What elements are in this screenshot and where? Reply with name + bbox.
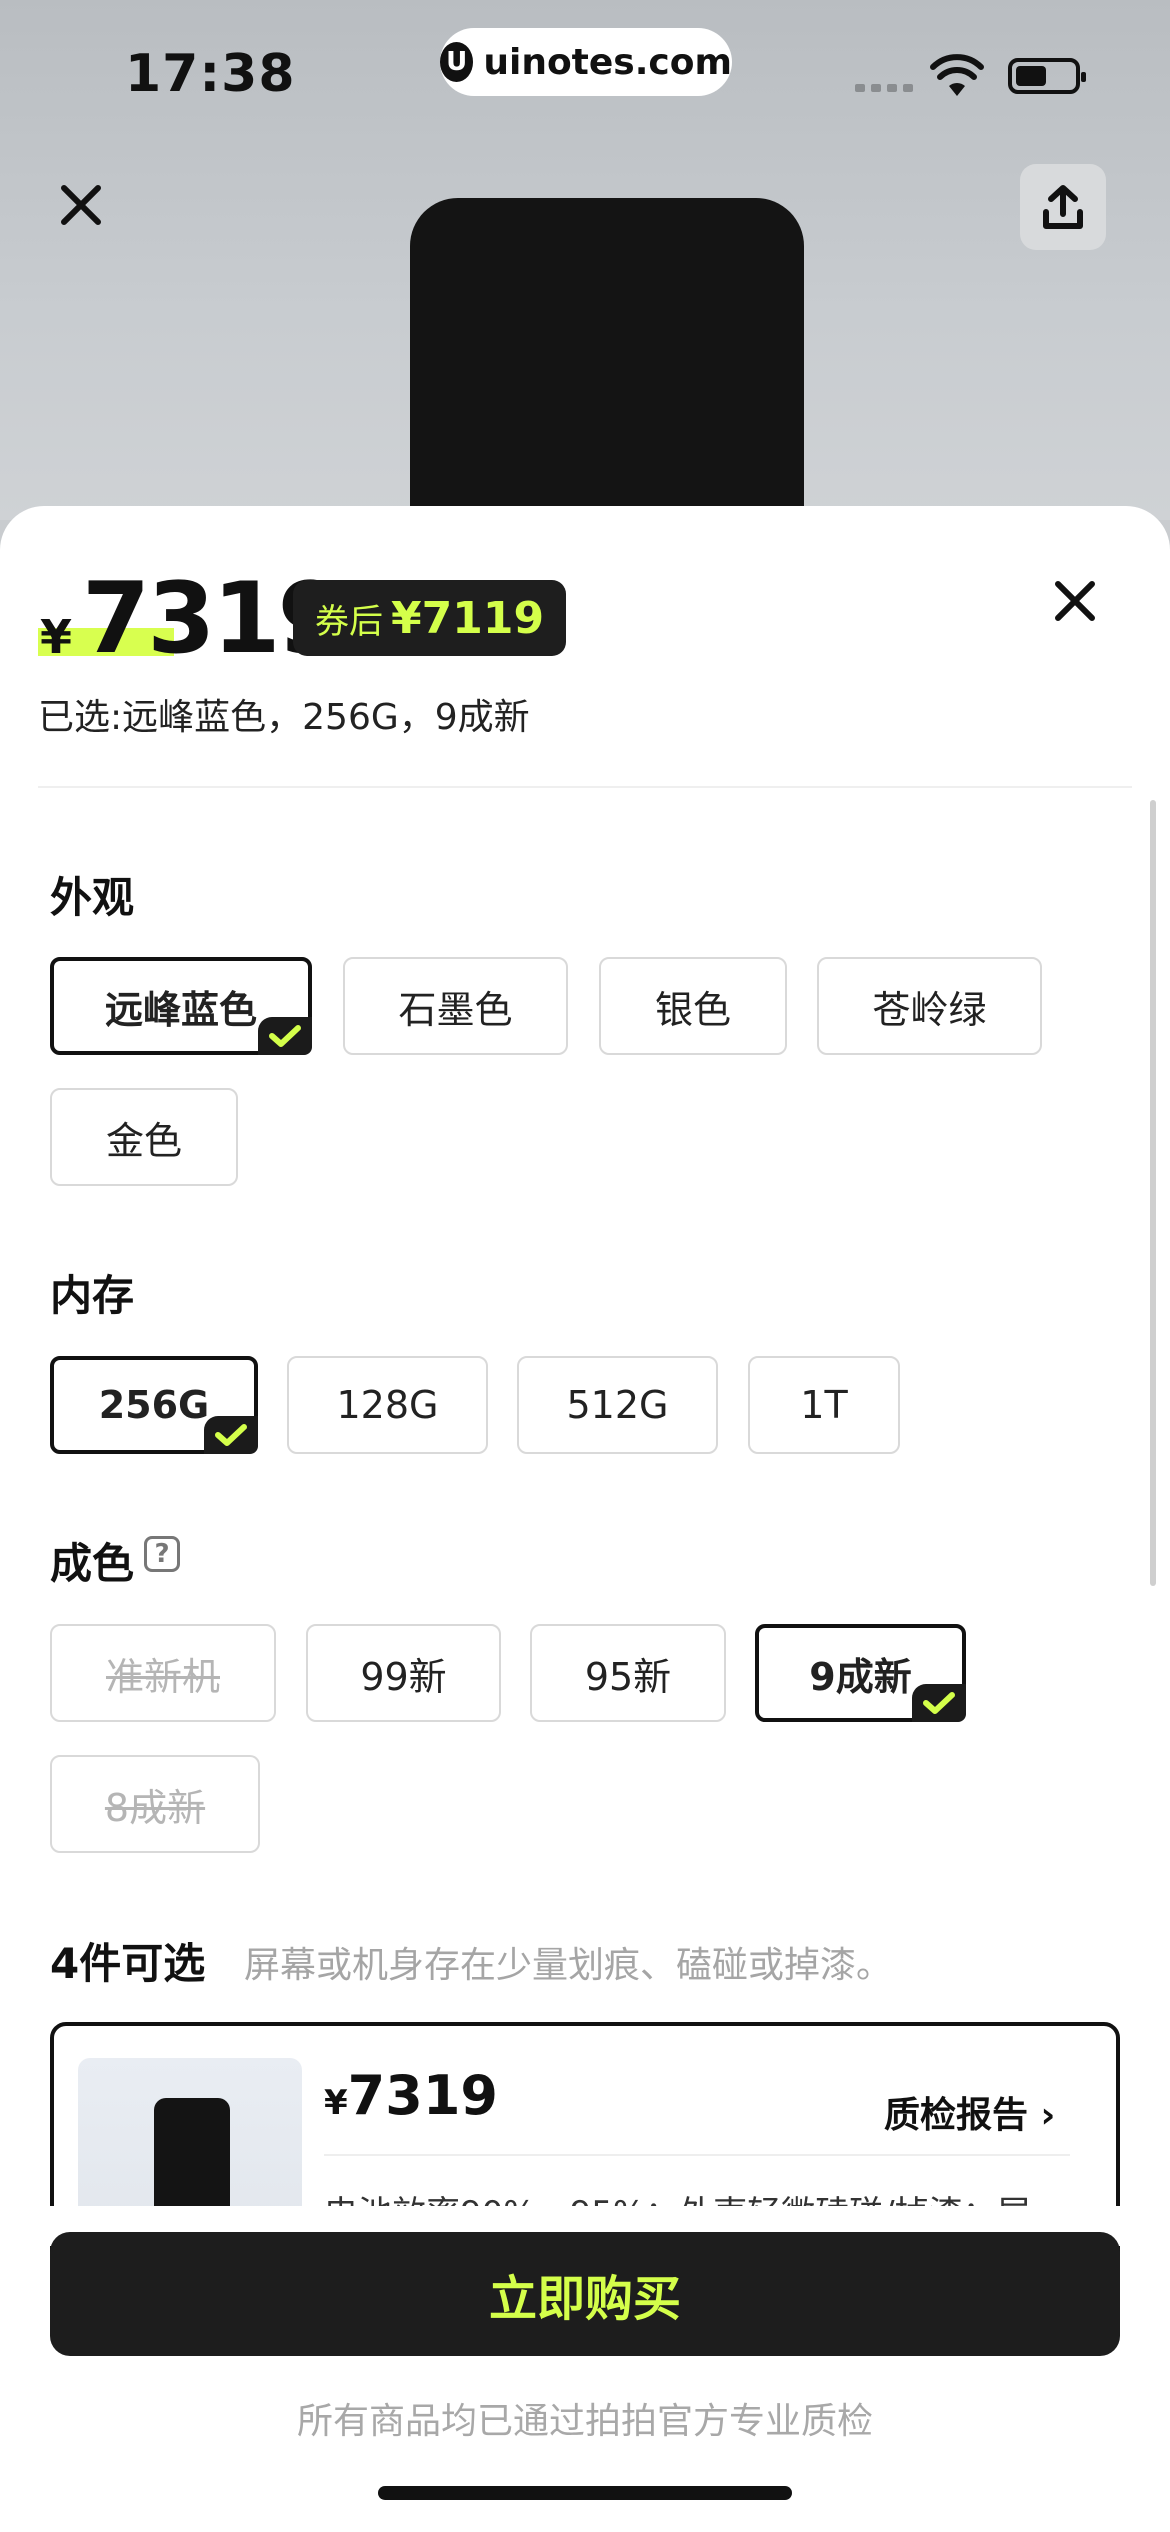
wifi-icon <box>930 54 984 96</box>
cellular-signal-icon <box>855 84 913 92</box>
close-page-icon[interactable] <box>56 180 106 230</box>
status-bar: 17:38 U uinotes.com <box>0 0 1170 140</box>
condition-description: 屏幕或机身存在少量划痕、磕碰或掉漆。 <box>244 1945 893 1986</box>
option-storage-2[interactable]: 512G <box>517 1356 718 1454</box>
help-icon[interactable]: ? <box>144 1536 180 1572</box>
status-time: 17:38 <box>125 44 296 104</box>
option-color-3[interactable]: 苍岭绿 <box>817 957 1042 1055</box>
watermark-logo-icon: U <box>440 42 474 82</box>
watermark-badge: U uinotes.com <box>440 28 732 96</box>
option-label: 8成新 <box>104 1785 206 1830</box>
option-storage-1[interactable]: 128G <box>287 1356 488 1454</box>
selected-summary: 已选:远峰蓝色，256G，9成新 <box>38 697 530 738</box>
available-count: 4件可选 <box>50 1939 206 1988</box>
option-label: 95新 <box>584 1654 672 1699</box>
option-label: 99新 <box>360 1654 447 1699</box>
scrollbar[interactable] <box>1150 800 1156 1586</box>
section-title-appearance: 外观 <box>50 873 135 922</box>
option-color-2[interactable]: 银色 <box>599 957 787 1055</box>
option-label: 准新机 <box>105 1654 220 1699</box>
check-icon <box>258 1017 312 1055</box>
option-condition-4: 8成新 <box>50 1755 260 1853</box>
home-indicator <box>378 2486 792 2500</box>
option-label: 远峰蓝色 <box>104 987 257 1032</box>
option-label: 256G <box>98 1383 210 1427</box>
share-icon <box>1043 185 1083 229</box>
check-icon <box>204 1416 258 1454</box>
option-label: 苍岭绿 <box>872 987 987 1032</box>
option-label: 银色 <box>654 987 731 1032</box>
product-image <box>410 198 804 558</box>
option-label: 金色 <box>105 1118 182 1163</box>
section-title-condition: 成色 <box>50 1539 135 1588</box>
option-label: 512G <box>566 1383 669 1427</box>
option-storage-0[interactable]: 256G <box>50 1356 258 1454</box>
divider <box>38 786 1132 788</box>
item-price-amount: 7319 <box>347 2064 498 2127</box>
quality-check-note: 所有商品均已通过拍拍官方专业质检 <box>296 2401 873 2442</box>
coupon-label: 券后 <box>315 601 383 642</box>
option-color-4[interactable]: 金色 <box>50 1088 238 1186</box>
option-label: 1T <box>800 1383 848 1427</box>
option-label: 9成新 <box>809 1654 912 1699</box>
battery-icon <box>1008 58 1086 94</box>
section-title-storage: 内存 <box>50 1271 135 1320</box>
divider <box>324 2154 1070 2156</box>
item-price: ¥7319 <box>324 2064 498 2127</box>
check-icon <box>912 1684 966 1722</box>
option-condition-0: 准新机 <box>50 1624 276 1722</box>
option-condition-1[interactable]: 99新 <box>306 1624 501 1722</box>
coupon-value: ¥7119 <box>391 592 545 644</box>
option-storage-3[interactable]: 1T <box>748 1356 900 1454</box>
option-condition-2[interactable]: 95新 <box>530 1624 726 1722</box>
inspection-report-link[interactable]: 质检报告 › <box>884 2086 1055 2138</box>
share-button[interactable] <box>1020 164 1106 250</box>
coupon-price-badge: 券后 ¥7119 <box>293 580 567 656</box>
buy-now-button[interactable]: 立即购买 <box>50 2232 1120 2356</box>
close-sheet-icon[interactable] <box>1050 576 1100 626</box>
item-price-currency: ¥ <box>324 2083 348 2123</box>
option-color-1[interactable]: 石墨色 <box>343 957 568 1055</box>
watermark-text: uinotes.com <box>483 41 732 83</box>
option-condition-3[interactable]: 9成新 <box>755 1624 966 1722</box>
option-label: 石墨色 <box>398 987 513 1032</box>
price-currency: ¥ <box>40 610 73 664</box>
option-color-0[interactable]: 远峰蓝色 <box>50 957 312 1055</box>
option-label: 128G <box>336 1383 439 1427</box>
